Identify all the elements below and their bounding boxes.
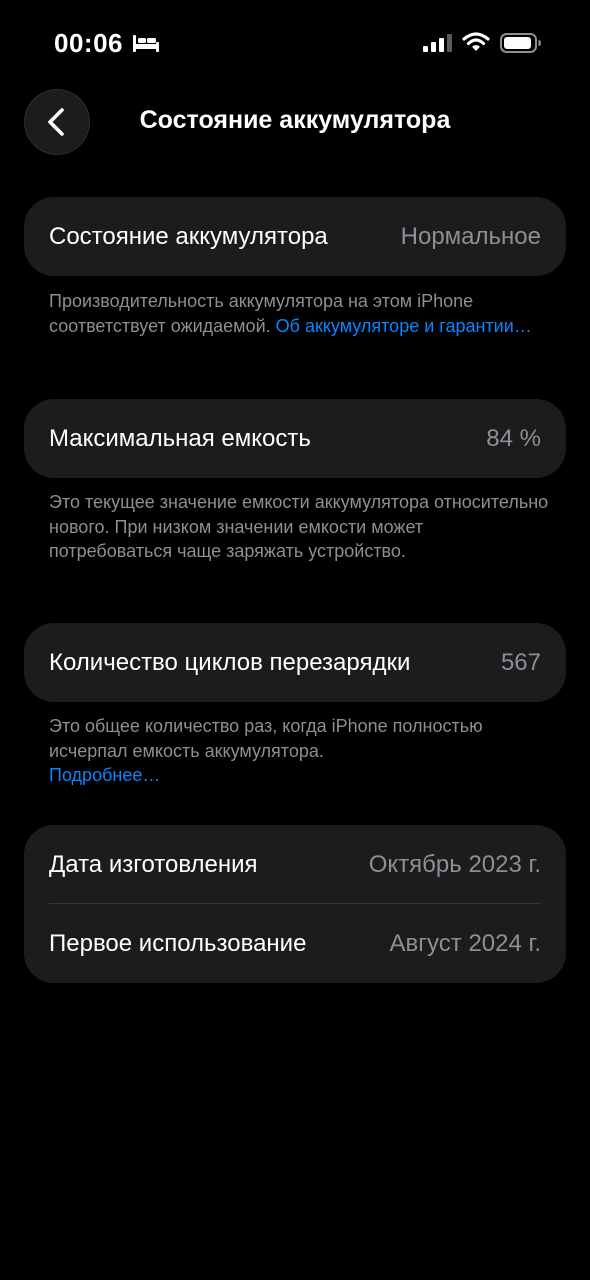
- battery-health-card: Состояние аккумулятора Нормальное: [24, 197, 566, 276]
- cycle-count-value: 567: [500, 648, 541, 676]
- first-use-label: Первое использование: [49, 929, 307, 957]
- dates-card: Дата изготовления Октябрь 2023 г. Первое…: [24, 825, 566, 983]
- first-use-row: Первое использование Август 2024 г.: [24, 904, 566, 983]
- max-capacity-label: Максимальная емкость: [49, 424, 311, 452]
- battery-health-label: Состояние аккумулятора: [49, 222, 328, 250]
- battery-icon: [500, 33, 541, 53]
- cellular-signal-icon: [423, 34, 452, 52]
- learn-more-link[interactable]: Подробнее…: [49, 765, 160, 785]
- max-capacity-value: 84 %: [486, 424, 541, 452]
- status-time: 00:06: [54, 28, 123, 58]
- cycle-count-card: Количество циклов перезарядки 567: [24, 623, 566, 702]
- wifi-icon: [462, 32, 490, 51]
- cycle-count-label: Количество циклов перезарядки: [49, 648, 411, 676]
- manufacture-date-value: Октябрь 2023 г.: [368, 850, 541, 878]
- max-capacity-row: Максимальная емкость 84 %: [24, 399, 566, 478]
- first-use-value: Август 2024 г.: [389, 929, 541, 957]
- cycle-count-footnote: Это общее количество раз, когда iPhone п…: [49, 714, 549, 788]
- battery-health-footnote: Производительность аккумулятора на этом …: [49, 289, 549, 338]
- cycle-count-footnote-text: Это общее количество раз, когда iPhone п…: [49, 716, 483, 761]
- manufacture-date-label: Дата изготовления: [49, 850, 258, 878]
- max-capacity-footnote: Это текущее значение емкости аккумулятор…: [49, 490, 549, 564]
- max-capacity-card: Максимальная емкость 84 %: [24, 399, 566, 478]
- manufacture-date-row: Дата изготовления Октябрь 2023 г.: [24, 825, 566, 904]
- max-capacity-footnote-text: Это текущее значение емкости аккумулятор…: [49, 492, 549, 561]
- battery-warranty-link[interactable]: Об аккумуляторе и гарантии…: [276, 316, 532, 336]
- cycle-count-row: Количество циклов перезарядки 567: [24, 623, 566, 702]
- status-bar: 00:06: [0, 0, 590, 88]
- page-title: Состояние аккумулятора: [139, 106, 451, 134]
- bed-icon: [133, 35, 159, 52]
- battery-health-row[interactable]: Состояние аккумулятора Нормальное: [24, 197, 566, 276]
- battery-health-value: Нормальное: [400, 222, 541, 250]
